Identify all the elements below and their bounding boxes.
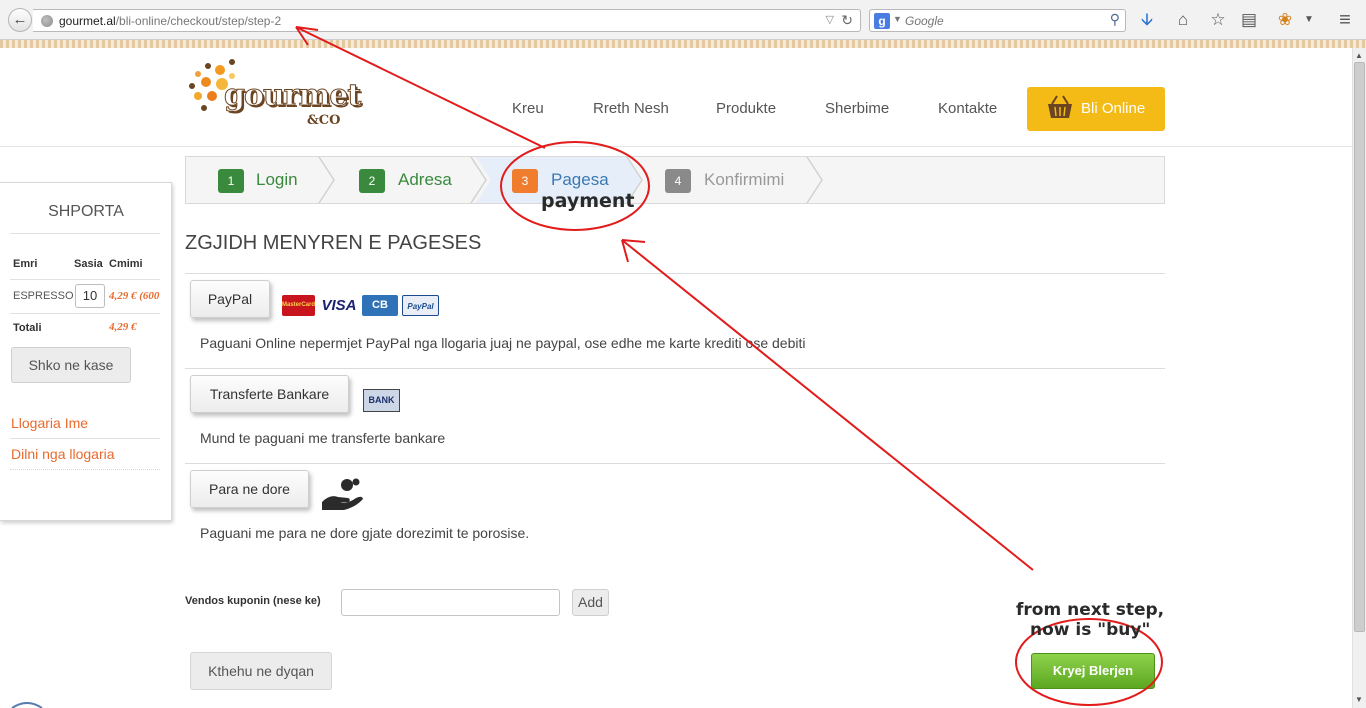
cart-title: SHPORTA [48, 203, 124, 220]
step-label: Pagesa [551, 170, 609, 189]
paypal-description: Paguani Online nepermjet PayPal nga llog… [200, 335, 806, 351]
step-label: Konfirmimi [704, 170, 785, 189]
divider [10, 233, 160, 234]
arrow-to-payment-step [621, 239, 1034, 571]
download-icon[interactable]: 🡫 [1136, 9, 1158, 31]
nav-kreu[interactable]: Kreu [512, 100, 544, 117]
bli-online-button[interactable]: Bli Online [1027, 87, 1165, 131]
step-login[interactable]: 1 Login [186, 157, 331, 203]
partial-circle-icon [11, 702, 43, 708]
divider [185, 273, 1165, 274]
divider [10, 279, 160, 280]
search-bar[interactable]: g ▼ Google ⚲ [869, 9, 1126, 32]
logo-subtext: &CO [307, 113, 341, 128]
logo[interactable]: gourmet &CO [184, 56, 362, 128]
url-dropdown-icon[interactable]: ▽ [826, 13, 834, 26]
url-domain: gourmet.al [59, 14, 116, 28]
step-adresa[interactable]: 2 Adresa [336, 157, 476, 203]
account-link[interactable]: Llogaria Ime [11, 415, 88, 431]
address-bar[interactable]: gourmet.al/bli-online/checkout/step/step… [33, 9, 861, 32]
nav-produkte[interactable]: Produkte [716, 100, 776, 117]
site-header: gourmet &CO Kreu Rreth Nesh Produkte She… [0, 48, 1352, 147]
basket-icon [1048, 95, 1072, 118]
visa-icon: VISA [320, 295, 358, 316]
step-label: Adresa [398, 170, 452, 189]
bank-icon: BANK [363, 389, 400, 412]
divider [185, 368, 1165, 369]
scroll-up-icon[interactable]: ▲ [1355, 51, 1363, 60]
menu-icon[interactable]: ≡ [1334, 9, 1356, 31]
search-engine-icon[interactable]: g [874, 13, 890, 29]
back-to-shop-button[interactable]: Kthehu ne dyqan [190, 652, 332, 690]
browser-theme-stripe [0, 40, 1366, 48]
add-coupon-button[interactable]: Add [572, 589, 609, 616]
logout-link[interactable]: Dilni nga llogaria [11, 446, 115, 462]
step-number: 4 [665, 169, 691, 193]
back-arrow-icon[interactable]: ← [8, 8, 32, 32]
paypal-card-icon: PayPal [402, 295, 439, 316]
step-label: Login [256, 170, 298, 189]
bli-online-label: Bli Online [1081, 100, 1146, 117]
buy-button[interactable]: Kryej Blerjen [1031, 653, 1155, 689]
step-number: 3 [512, 169, 538, 193]
bank-transfer-button[interactable]: Transferte Bankare [190, 375, 349, 413]
cash-description: Paguani me para ne dore gjate dorezimit … [200, 525, 530, 541]
addon-dropdown-icon[interactable]: ▼ [1298, 9, 1320, 31]
reload-icon[interactable]: ↻ [841, 12, 853, 29]
cart-panel: SHPORTA Emri Sasia Cmimi ESPRESSO 10 4,2… [0, 182, 172, 521]
divider [10, 469, 160, 470]
globe-icon [41, 15, 53, 27]
cart-item-qty-input[interactable]: 10 [75, 284, 105, 308]
nav-rreth-nesh[interactable]: Rreth Nesh [593, 100, 669, 117]
url-text: gourmet.al/bli-online/checkout/step/step… [59, 14, 281, 28]
search-engine-dropdown-icon[interactable]: ▼ [893, 14, 902, 24]
search-icon[interactable]: ⚲ [1110, 11, 1120, 28]
reading-list-icon[interactable]: ▤ [1238, 9, 1260, 31]
arrow-to-payment-step-head [621, 239, 646, 263]
divider [185, 463, 1165, 464]
cart-item-price: 4,29 € (600 [109, 290, 160, 302]
mastercard-icon: MasterCard [282, 295, 315, 316]
step-konfirmimi[interactable]: 4 Konfirmimi [646, 157, 826, 203]
bookmark-star-icon[interactable]: ☆ [1207, 9, 1229, 31]
bank-description: Mund te paguani me transferte bankare [200, 430, 446, 446]
next-step-annotation-1: from next step, [1016, 600, 1165, 620]
paypal-button[interactable]: PayPal [190, 280, 270, 318]
cb-card-icon: CB [362, 295, 398, 316]
coupon-label: Vendos kuponin (nese ke) [185, 595, 321, 607]
step-number: 1 [218, 169, 244, 193]
browser-toolbar: ← gourmet.al/bli-online/checkout/step/st… [0, 0, 1366, 40]
step-chevron-icon [318, 157, 335, 203]
next-step-annotation-2: now is "buy" [1030, 620, 1151, 640]
cart-col-qty: Sasia [74, 258, 103, 270]
coupon-input[interactable] [341, 589, 560, 616]
scroll-down-icon[interactable]: ▼ [1355, 695, 1363, 704]
checkout-button[interactable]: Shko ne kase [11, 347, 131, 383]
cash-on-delivery-button[interactable]: Para ne dore [190, 470, 309, 508]
scroll-thumb[interactable] [1354, 62, 1365, 632]
cart-total-value: 4,29 € [109, 321, 137, 333]
addon-icon[interactable]: ❀ [1274, 9, 1296, 31]
step-number: 2 [359, 169, 385, 193]
cart-col-price: Cmimi [109, 258, 143, 270]
payment-annotation: payment [541, 190, 635, 212]
nav-kontakte[interactable]: Kontakte [938, 100, 997, 117]
page-scrollbar[interactable]: ▲ ▼ [1352, 48, 1366, 708]
divider [10, 313, 160, 314]
cart-col-name: Emri [13, 258, 38, 270]
url-path: /bli-online/checkout/step/step-2 [115, 14, 282, 28]
step-chevron-icon [806, 157, 823, 203]
search-placeholder: Google [905, 14, 944, 28]
home-icon[interactable]: ⌂ [1172, 9, 1194, 31]
cart-total-label: Totali [13, 322, 42, 334]
checkout-steps: 1 Login 2 Adresa 3 Pagesa 4 Konfirmimi [185, 156, 1165, 204]
page-title: ZGJIDH MENYREN E PAGESES [185, 232, 482, 254]
logo-text: gourmet [223, 78, 361, 114]
cart-item-name: ESPRESSO [13, 290, 74, 302]
cash-hand-icon [322, 478, 363, 510]
nav-sherbime[interactable]: Sherbime [825, 100, 889, 117]
divider [10, 438, 160, 439]
